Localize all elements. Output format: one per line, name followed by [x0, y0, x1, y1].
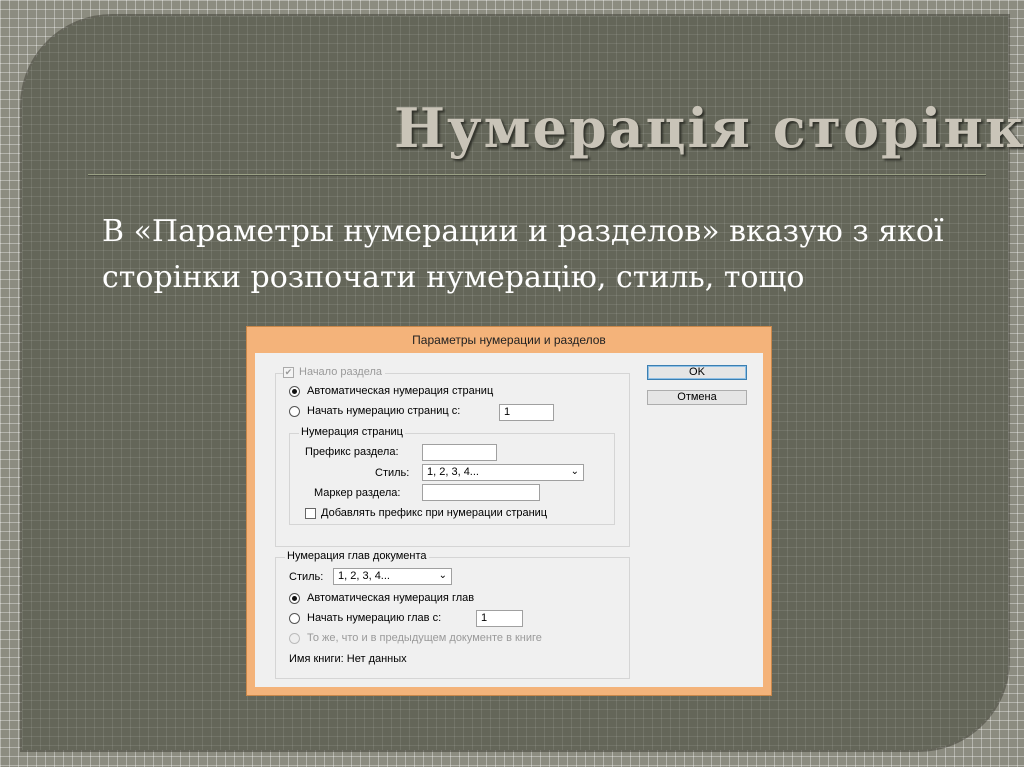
style-label: Стиль: — [375, 467, 410, 479]
start-page-numbering-row[interactable]: Начать нумерацию страниц с: — [289, 405, 460, 417]
title-divider — [88, 174, 986, 176]
page-style-select[interactable]: 1, 2, 3, 4... ⌄ — [422, 464, 584, 481]
add-prefix-checkbox[interactable] — [305, 507, 316, 519]
start-chapter-input[interactable]: 1 — [476, 610, 523, 627]
start-page-numbering-label: Начать нумерацию страниц с: — [307, 405, 461, 417]
page-numbering-legend: Нумерация страниц — [299, 426, 405, 438]
slide-body-text: В «Параметры нумерации и разделов» вказу… — [102, 214, 944, 295]
add-prefix-row[interactable]: Добавлять префикс при нумерации страниц — [305, 507, 547, 519]
auto-chapter-radio[interactable] — [289, 592, 300, 604]
ok-button[interactable]: OK — [647, 365, 747, 380]
chapter-numbering-legend: Нумерация глав документа — [285, 550, 429, 562]
auto-chapter-row[interactable]: Автоматическая нумерация глав — [289, 592, 474, 604]
auto-chapter-label: Автоматическая нумерация глав — [307, 592, 475, 604]
dialog-title: Параметры нумерации и разделов — [412, 333, 606, 347]
start-chapter-row[interactable]: Начать нумерацию глав с: — [289, 612, 441, 624]
same-as-prev-row: То же, что и в предыдущем документе в кн… — [289, 632, 542, 644]
add-prefix-label: Добавлять префикс при нумерации страниц — [321, 507, 548, 519]
start-page-input[interactable]: 1 — [499, 404, 554, 421]
chapter-style-select[interactable]: 1, 2, 3, 4... ⌄ — [333, 568, 452, 585]
page-style-value: 1, 2, 3, 4... — [427, 466, 479, 478]
marker-input[interactable] — [422, 484, 540, 501]
auto-page-numbering-label: Автоматическая нумерация страниц — [307, 385, 494, 397]
chevron-down-icon: ⌄ — [570, 466, 579, 477]
prefix-label: Префикс раздела: — [305, 446, 399, 458]
dialog-frame-right — [763, 353, 771, 695]
start-chapter-label: Начать нумерацию глав с: — [307, 612, 442, 624]
start-page-numbering-radio[interactable] — [289, 405, 300, 417]
auto-page-numbering-radio[interactable] — [289, 385, 300, 397]
same-as-prev-label: То же, что и в предыдущем документе в кн… — [307, 632, 542, 644]
dialog-frame-bottom — [247, 687, 771, 695]
section-start-checkbox[interactable]: ✔ — [283, 366, 294, 378]
dialog-frame-left — [247, 353, 255, 695]
section-start-row[interactable]: ✔ Начало раздела — [283, 366, 386, 378]
section-start-label: Начало раздела — [299, 366, 383, 378]
start-chapter-radio[interactable] — [289, 612, 300, 624]
numbering-dialog: Параметры нумерации и разделов ✔ Начало … — [246, 326, 772, 696]
chapter-style-label: Стиль: — [289, 571, 324, 583]
chevron-down-icon: ⌄ — [438, 570, 447, 581]
chapter-style-value: 1, 2, 3, 4... — [338, 570, 390, 582]
cancel-button[interactable]: Отмена — [647, 390, 747, 405]
slide-title: Нумерація сторінки — [394, 96, 1024, 160]
prefix-input[interactable] — [422, 444, 497, 461]
book-name-label: Имя книги: Нет данных — [289, 653, 407, 665]
auto-page-numbering-row[interactable]: Автоматическая нумерация страниц — [289, 385, 493, 397]
marker-label: Маркер раздела: — [314, 487, 401, 499]
same-as-prev-radio — [289, 632, 300, 644]
